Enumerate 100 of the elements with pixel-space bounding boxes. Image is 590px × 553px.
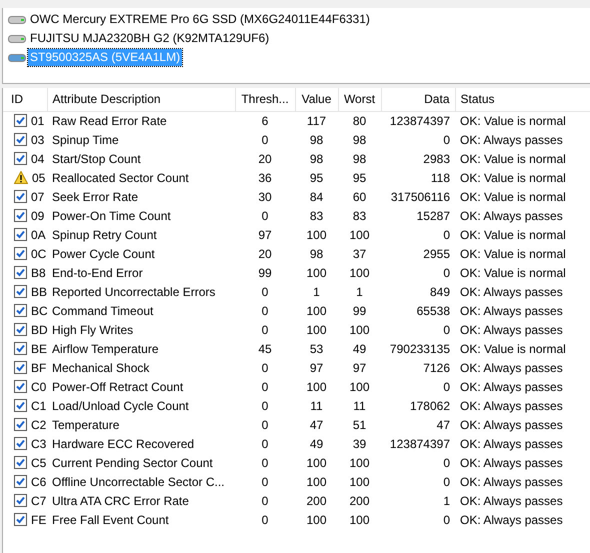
- table-cell: Hardware ECC Recovered: [52, 436, 194, 450]
- table-cell: 80: [352, 114, 366, 128]
- table-cell-text: BD: [31, 322, 47, 338]
- table-cell: 98: [310, 152, 324, 166]
- column-header[interactable]: ID: [3, 88, 47, 111]
- table-cell-text: C1: [31, 398, 46, 414]
- table-cell: 36: [258, 170, 272, 184]
- table-cell: 200: [306, 494, 327, 508]
- table-cell-text: 01: [31, 112, 44, 130]
- table-cell: OK: Always passes: [460, 398, 563, 412]
- table-cell: 0: [262, 474, 268, 488]
- table-cell: OK: Value is normal: [460, 114, 566, 128]
- table-cell-text: C3: [31, 436, 46, 452]
- column-header[interactable]: Status: [455, 88, 590, 111]
- table-cell: 100: [306, 474, 327, 488]
- table-cell: 1: [443, 494, 450, 508]
- hard-drive-icon: [8, 54, 26, 62]
- hard-drive-icon: [8, 16, 26, 24]
- table-cell: 53: [310, 342, 324, 356]
- table-cell: OK: Always passes: [460, 474, 563, 488]
- table-cell: 47: [436, 418, 450, 432]
- table-cell: 2955: [423, 246, 450, 260]
- table-cell: Start/Stop Count: [52, 152, 141, 166]
- table-cell: 0: [262, 132, 268, 146]
- table-cell-text: 09: [31, 208, 44, 224]
- table-cell: 0: [262, 208, 268, 222]
- table-cell-text: C6: [31, 474, 46, 490]
- column-header[interactable]: Value: [295, 88, 338, 111]
- table-cell-text: BC: [31, 302, 47, 320]
- column-header[interactable]: Data: [381, 88, 455, 111]
- table-cell: 39: [352, 436, 366, 450]
- table-cell: 51: [352, 418, 366, 432]
- table-cell: 97: [258, 228, 272, 242]
- table-cell: 100: [306, 380, 327, 394]
- column-header[interactable]: Attribute Description: [47, 88, 235, 111]
- table-cell: Temperature: [52, 418, 120, 432]
- table-cell: OK: Always passes: [460, 304, 563, 318]
- table-cell: Free Fall Event Count: [52, 512, 169, 526]
- table-cell: 100: [306, 228, 327, 242]
- table-cell: 98: [352, 132, 366, 146]
- table-cell: 0: [443, 132, 450, 146]
- device-item[interactable]: FUJITSU MJA2320BH G2 (K92MTA129UF6): [28, 30, 272, 47]
- table-cell: 20: [258, 152, 272, 166]
- table-cell: 118: [430, 170, 450, 184]
- table-cell: 45: [258, 342, 272, 356]
- table-cell-text: 05: [32, 170, 46, 186]
- table-cell: Reallocated Sector Count: [52, 170, 189, 184]
- table-cell: Spinup Retry Count: [52, 228, 157, 242]
- table-cell: Raw Read Error Rate: [52, 114, 167, 128]
- table-cell: 100: [349, 512, 370, 526]
- device-item[interactable]: OWC Mercury EXTREME Pro 6G SSD (MX6G24011E44F6331): [28, 11, 372, 28]
- table-cell: 1: [356, 284, 363, 298]
- table-cell: OK: Always passes: [460, 322, 563, 336]
- table-cell: OK: Value is normal: [460, 170, 566, 184]
- table-cell: 11: [310, 398, 323, 412]
- table-cell: Power-Off Retract Count: [52, 380, 184, 394]
- table-cell: End-to-End Error: [52, 266, 143, 280]
- table-cell-text: BF: [31, 360, 46, 376]
- column-header[interactable]: Worst: [338, 88, 381, 111]
- table-cell: 0: [262, 304, 268, 318]
- table-cell: 20: [258, 246, 272, 260]
- table-cell: OK: Always passes: [460, 436, 563, 450]
- table-cell: Spinup Time: [52, 132, 119, 146]
- table-cell: Mechanical Shock: [52, 360, 150, 374]
- table-cell: OK: Always passes: [460, 360, 563, 374]
- table-cell: OK: Always passes: [460, 284, 563, 298]
- table-cell-text: BE: [31, 340, 47, 358]
- table-cell: 1: [313, 284, 320, 298]
- table-cell: 100: [349, 228, 370, 242]
- table-cell: 98: [352, 152, 366, 166]
- table-cell-text: 0A: [31, 226, 46, 244]
- table-cell: 49: [352, 342, 366, 356]
- table-cell: 97: [310, 360, 324, 374]
- table-cell: Airflow Temperature: [52, 342, 158, 356]
- table-cell: OK: Value is normal: [460, 342, 566, 356]
- table-cell: Ultra ATA CRC Error Rate: [52, 494, 189, 508]
- column-header[interactable]: Thresh...: [235, 88, 295, 111]
- table-cell: Load/Unload Cycle Count: [52, 398, 189, 412]
- table-cell: 100: [349, 322, 370, 336]
- table-cell: 0: [443, 512, 450, 526]
- table-cell-text: 04: [31, 150, 44, 168]
- table-cell: 100: [306, 456, 327, 470]
- table-cell: 0: [262, 398, 268, 412]
- table-cell: Power Cycle Count: [52, 246, 155, 260]
- table-cell: 47: [310, 418, 324, 432]
- table-cell: OK: Value is normal: [460, 190, 566, 204]
- table-cell: OK: Always passes: [460, 512, 563, 526]
- table-cell-text: C0: [31, 378, 46, 396]
- table-cell: 317506116: [390, 190, 450, 204]
- table-cell-text: BB: [31, 284, 47, 300]
- table-cell: 100: [349, 266, 370, 280]
- table-cell: OK: Value is normal: [460, 266, 566, 280]
- table-cell: 99: [258, 266, 272, 280]
- table-cell: 0: [262, 512, 268, 526]
- table-cell: OK: Always passes: [460, 418, 563, 432]
- table-cell: 0: [262, 494, 268, 508]
- table-cell: OK: Always passes: [460, 494, 563, 508]
- table-cell: 99: [352, 304, 366, 318]
- table-cell: 0: [443, 456, 450, 470]
- table-cell-text: C5: [31, 454, 46, 472]
